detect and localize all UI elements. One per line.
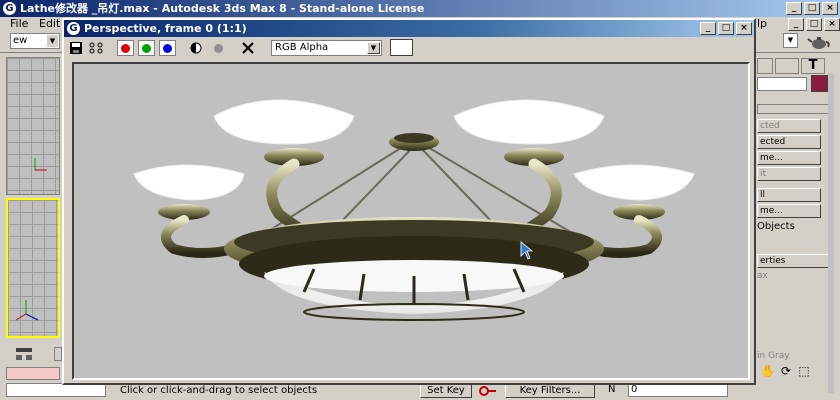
frame-label: N (608, 384, 616, 395)
viewport-nav-controls: ✋ ⟳ ⬚ (760, 364, 840, 400)
tab-display-icon[interactable] (775, 58, 799, 74)
rp-dim-item-2: in Gray (757, 351, 790, 361)
doc-minimize-icon[interactable]: _ (788, 18, 804, 31)
app-title: Lathe修改器 _吊灯.max - Autodesk 3ds Max 8 - … (20, 2, 425, 15)
tab-motion-icon[interactable] (757, 58, 773, 74)
rp-button-6[interactable]: me... (757, 204, 821, 218)
objects-label: Objects (757, 221, 795, 232)
command-panel-tabs: T (757, 58, 833, 74)
rp-button-5[interactable]: ll (757, 188, 821, 202)
clone-icon[interactable] (88, 40, 104, 56)
menu-file[interactable]: File (10, 17, 28, 31)
object-color-swatch[interactable] (811, 75, 828, 92)
channel-select-value: RGB Alpha (275, 42, 329, 53)
chevron-down-icon: ▼ (367, 42, 380, 54)
properties-rollout[interactable]: erties (757, 254, 829, 268)
rp-button-2[interactable]: ected (757, 135, 821, 149)
axis-tripod-icon (34, 158, 47, 171)
hierarchy-icon[interactable] (14, 347, 34, 361)
current-frame-field[interactable]: 0 (628, 383, 728, 397)
render-minimize-icon[interactable]: _ (700, 22, 716, 35)
rp-button-3[interactable]: me... (757, 151, 821, 165)
status-prompt: Click or click-and-drag to select object… (120, 385, 318, 396)
rp-dim-item-1: ax (757, 271, 768, 281)
clear-icon[interactable] (240, 40, 256, 56)
chevron-down-icon: ▼ (47, 35, 58, 47)
view-dropdown[interactable]: ew ▼ (10, 33, 60, 49)
minimize-icon[interactable]: _ (786, 2, 802, 15)
mono-channel-icon[interactable] (210, 40, 226, 56)
axis-tripod-icon (15, 300, 39, 321)
viewport-bottom-left[interactable] (6, 198, 60, 338)
doc-restore-icon[interactable]: □ (806, 18, 822, 31)
set-key-button[interactable]: Set Key (420, 384, 472, 398)
right-dropdown-arrow[interactable]: ▼ (783, 33, 798, 48)
render-maximize-icon[interactable]: □ (718, 22, 734, 35)
view-dropdown-value: ew (13, 35, 28, 46)
render-logo-icon: G (67, 22, 80, 35)
rendered-frame-window: G Perspective, frame 0 (1:1) _ □ × RGB A… (62, 18, 756, 385)
red-channel-icon[interactable] (117, 40, 134, 56)
menu-help[interactable]: lp (757, 17, 767, 31)
render-window-title: Perspective, frame 0 (1:1) (84, 22, 247, 35)
rp-button-4[interactable]: it (757, 167, 821, 181)
alpha-channel-icon[interactable] (188, 40, 204, 56)
command-panel: T cted ected me... it ll me... Objects e… (752, 53, 840, 400)
rollout-header[interactable] (757, 104, 829, 114)
rendered-image[interactable] (72, 62, 750, 380)
object-name-field[interactable] (757, 77, 807, 91)
key-filters-button[interactable]: Key Filters... (505, 384, 595, 398)
render-title-bar[interactable]: G Perspective, frame 0 (1:1) (64, 20, 754, 37)
render-close-icon[interactable]: × (736, 22, 752, 35)
orbit-icon[interactable]: ⟳ (778, 364, 794, 380)
maxscript-listener[interactable] (6, 367, 60, 380)
rp-button-1[interactable]: cted (757, 119, 821, 133)
render-window-controls: _ □ × (700, 22, 752, 35)
blue-channel-icon[interactable] (159, 40, 176, 56)
viewport-top-left[interactable] (6, 57, 60, 195)
maximize-icon[interactable]: □ (804, 2, 820, 15)
menu-edit[interactable]: Edit (39, 17, 60, 31)
background-color-swatch[interactable] (390, 39, 413, 56)
teapot-icon[interactable] (806, 32, 832, 52)
channel-select[interactable]: RGB Alpha ▼ (271, 40, 382, 56)
tab-utilities-icon[interactable]: T (801, 58, 825, 74)
app-title-bar: G Lathe修改器 _吊灯.max - Autodesk 3ds Max 8 … (0, 0, 840, 17)
key-icon[interactable] (478, 383, 498, 399)
save-icon[interactable] (68, 40, 84, 56)
app-logo-icon: G (3, 2, 16, 15)
command-panel-scrollbar[interactable] (828, 73, 834, 393)
chandelier-render (133, 99, 695, 321)
close-icon[interactable]: × (822, 2, 838, 15)
pan-hand-icon[interactable]: ✋ (760, 364, 776, 380)
doc-close-icon[interactable]: × (824, 18, 840, 31)
doc-window-controls: _ □ × (788, 18, 840, 31)
maximize-viewport-icon[interactable]: ⬚ (796, 364, 812, 380)
lock-selection-icon[interactable] (54, 347, 62, 361)
green-channel-icon[interactable] (138, 40, 155, 56)
app-window-controls: _ □ × (786, 2, 838, 15)
